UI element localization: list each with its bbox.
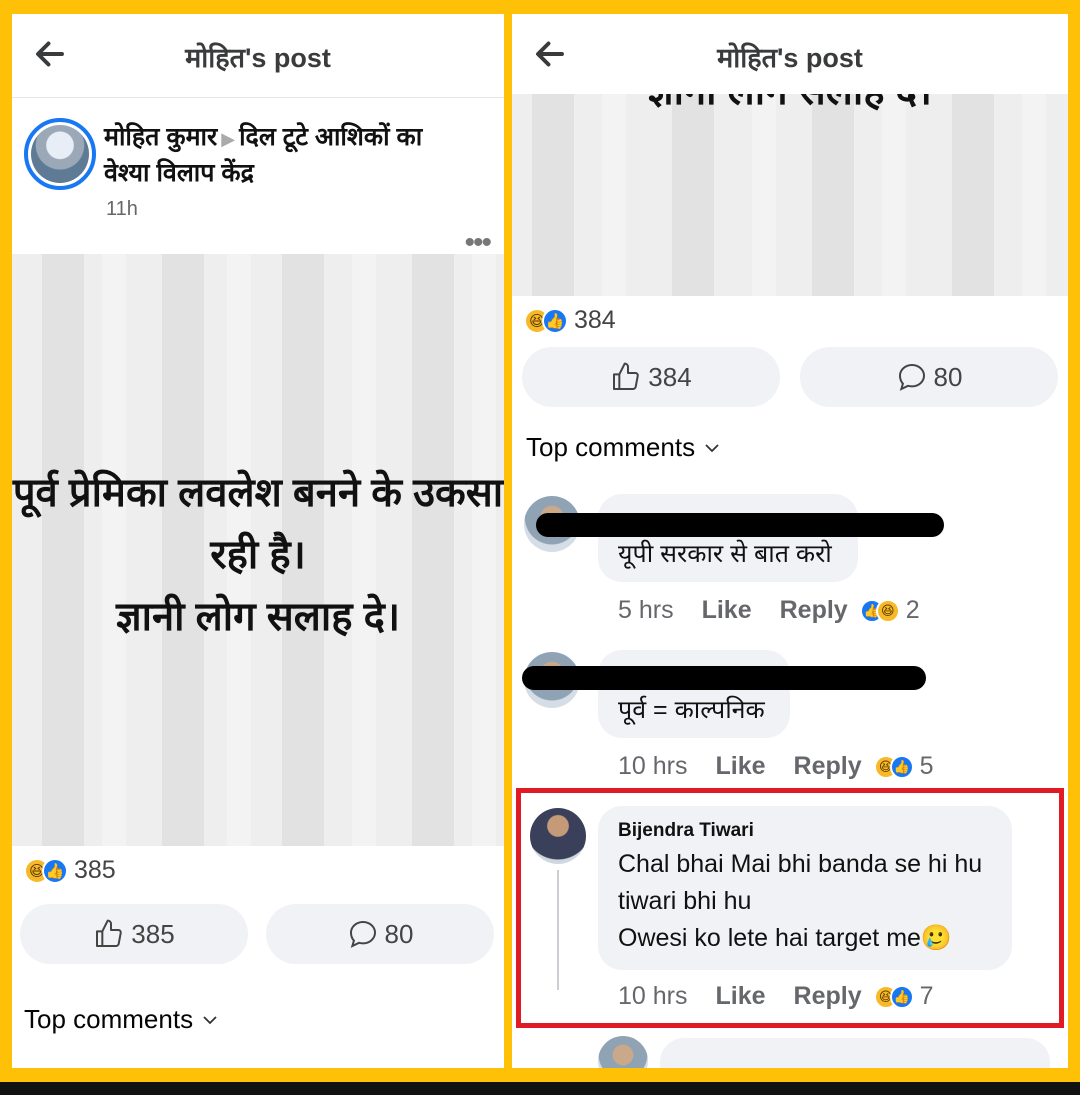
commenter-name[interactable]: Bijendra Tiwari: [618, 820, 992, 842]
like-reaction-icon: 👍: [542, 307, 568, 334]
post-text-line-2: रही है।: [210, 533, 306, 577]
comment-text: पूर्व = काल्पनिक: [618, 696, 765, 724]
page-title: मोहित's post: [185, 43, 331, 73]
like-reaction-icon: 👍: [42, 857, 68, 884]
comment-actions: 10 hrs Like Reply 😆 👍 5: [618, 752, 934, 781]
bottom-bar: [0, 1082, 1080, 1095]
comment-actions: 10 hrs Like Reply 😆 👍 7: [618, 982, 934, 1011]
comment-time[interactable]: 10 hrs: [618, 752, 687, 781]
like-button[interactable]: 385: [20, 904, 248, 964]
post-header: मोहित कुमार ▶ दिल टूटे आशिकों का वेश्या वि…: [12, 98, 504, 259]
reaction-summary[interactable]: 😆 👍 384: [524, 306, 616, 335]
post-image[interactable]: ज्ञानी लोग सलाह दे।: [512, 94, 1068, 296]
like-reaction-icon: 👍: [889, 984, 914, 1009]
post-title: मोहित कुमार ▶ दिल टूटे आशिकों का वेश्या वि…: [104, 120, 444, 190]
comment-reaction-count: 5: [919, 752, 934, 780]
comment-bubble-icon: [898, 363, 925, 391]
like-count: 385: [131, 918, 175, 949]
top-comments-dropdown[interactable]: Top comments: [24, 1004, 219, 1035]
comment-reply-button[interactable]: Reply: [780, 596, 848, 625]
author-name[interactable]: मोहित कुमार: [104, 123, 217, 151]
post-text-partial: ज्ञानी लोग सलाह दे।: [512, 94, 1068, 122]
haha-reaction-icon: 😆: [875, 598, 900, 623]
right-screenshot-panel: मोहित's post ज्ञानी लोग सलाह दे। 😆 👍 384…: [512, 14, 1068, 1068]
like-reaction-icon: 👍: [889, 754, 914, 779]
comment-actions: 5 hrs Like Reply 👍 😆 2: [618, 596, 920, 625]
commenter-avatar[interactable]: [598, 1036, 648, 1068]
comment-bubble: Bijendra Tiwari Chal bhai Mai bhi banda …: [598, 806, 1012, 970]
comment-reaction-count: 7: [919, 982, 934, 1010]
page-title: मोहित's post: [717, 43, 863, 73]
post-text-line-3: ज्ञानी लोग सलाह दे।: [115, 595, 401, 639]
top-bar: मोहित's post: [512, 14, 1068, 98]
like-count: 384: [648, 361, 692, 392]
comment-count: 80: [933, 361, 963, 392]
group-avatar[interactable]: [24, 118, 96, 190]
comment-reactions[interactable]: 😆 👍 7: [873, 982, 934, 1011]
comment-button[interactable]: 80: [266, 904, 494, 964]
top-bar: मोहित's post: [12, 14, 504, 98]
redaction-bar: [522, 666, 926, 690]
commenter-avatar[interactable]: [530, 808, 586, 864]
top-comments-dropdown[interactable]: Top comments: [526, 432, 721, 463]
comment-text-line-2: tiwari bhi hu: [618, 887, 752, 915]
comment-reply-button[interactable]: Reply: [794, 752, 862, 781]
thumbs-up-icon: [96, 919, 123, 947]
comment-text: यूपी सरकार से बात करो: [618, 540, 832, 568]
comment-count: 80: [384, 918, 414, 949]
comment-reply-button[interactable]: Reply: [794, 982, 862, 1011]
comment-like-button[interactable]: Like: [715, 982, 765, 1011]
thread-line: [557, 870, 559, 990]
reaction-count: 385: [74, 856, 116, 884]
comment-bubble: पूर्व = काल्पनिक: [598, 650, 790, 738]
redaction-bar: [536, 513, 944, 537]
reaction-count: 384: [574, 306, 616, 334]
comment-reactions[interactable]: 👍 😆 2: [859, 596, 920, 625]
post-image[interactable]: पूर्व प्रेमिका लवलेश बनने के उकसा रही है…: [12, 254, 504, 846]
comment-time[interactable]: 10 hrs: [618, 982, 687, 1011]
comment-text-line-3: Owesi ko lete hai target me🥲: [618, 924, 953, 952]
chevron-down-icon: [203, 1015, 217, 1024]
post-text-line-1: पूर्व प्रेमिका लवलेश बनने के उकसा: [12, 471, 504, 515]
comment-text-line-1: Chal bhai Mai bhi banda se hi hu: [618, 850, 983, 878]
chevron-down-icon: [705, 443, 719, 452]
comment-like-button[interactable]: Like: [702, 596, 752, 625]
left-screenshot-panel: मोहित's post मोहित कुमार ▶ दिल टूटे आशिकों…: [12, 14, 504, 1068]
top-comments-label: Top comments: [526, 432, 696, 462]
comment-bubble-icon: [349, 920, 376, 948]
comment-like-button[interactable]: Like: [715, 752, 765, 781]
like-button[interactable]: 384: [522, 347, 780, 407]
reaction-summary[interactable]: 😆 👍 385: [24, 856, 116, 885]
post-timestamp[interactable]: 11h: [106, 198, 138, 221]
comment-bubble: यूपी सरकार से बात करो: [598, 494, 858, 582]
thumbs-up-icon: [613, 362, 640, 390]
comment-bubble: [660, 1038, 1050, 1068]
separator-arrow-icon: ▶: [221, 129, 236, 149]
comment-reactions[interactable]: 😆 👍 5: [873, 752, 934, 781]
comment-reaction-count: 2: [905, 596, 920, 624]
comment-time[interactable]: 5 hrs: [618, 596, 674, 625]
comment-button[interactable]: 80: [800, 347, 1058, 407]
top-comments-label: Top comments: [24, 1004, 194, 1034]
